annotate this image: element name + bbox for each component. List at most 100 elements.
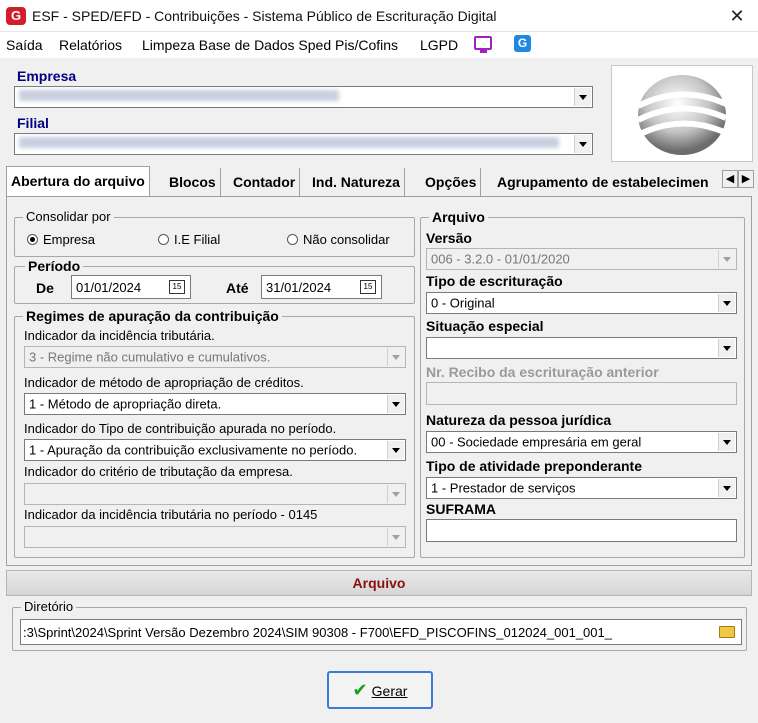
radio-empresa[interactable]: Empresa (27, 232, 95, 247)
chevron-down-icon[interactable] (574, 135, 591, 153)
incidencia-label: Indicador da incidência tributária. (24, 328, 215, 343)
calendar-icon[interactable]: 15 (360, 280, 376, 294)
filial-label: Filial (17, 115, 49, 131)
tab-ind-natureza[interactable]: Ind. Natureza (308, 168, 405, 196)
chevron-down-icon[interactable] (387, 348, 404, 366)
criterio-select[interactable] (24, 483, 406, 505)
versao-select[interactable]: 006 - 3.2.0 - 01/01/2020 (426, 248, 737, 270)
gerar-button[interactable]: ✔ Gerar (327, 671, 433, 709)
tab-opcoes[interactable]: Opções (421, 168, 482, 196)
incidencia-0145-label: Indicador da incidência tributária no pe… (24, 507, 318, 522)
suframa-label: SUFRAMA (426, 501, 496, 517)
tipo-escrituracao-select[interactable]: 0 - Original (426, 292, 737, 314)
monitor-icon[interactable] (474, 36, 492, 53)
tipo-escrituracao-label: Tipo de escrituração (426, 273, 563, 289)
window-title: ESF - SPED/EFD - Contribuições - Sistema… (32, 8, 497, 24)
ate-date-field[interactable]: 31/01/2024 15 (261, 275, 382, 299)
incidencia-value: 3 - Regime não cumulativo e cumulativos. (29, 349, 271, 365)
radio-ie-filial[interactable]: I.E Filial (158, 232, 220, 247)
natureza-value: 00 - Sociedade empresária em geral (431, 434, 642, 450)
tipo-contribuicao-value: 1 - Apuração da contribuição exclusivame… (29, 442, 358, 458)
calendar-icon[interactable]: 15 (169, 280, 185, 294)
radio-checked-icon (27, 234, 38, 245)
tab-blocos[interactable]: Blocos (165, 168, 221, 196)
situacao-label: Situação especial (426, 318, 544, 334)
de-label: De (36, 280, 54, 296)
diretorio-value: :3\Sprint\2024\Sprint Versão Dezembro 20… (23, 625, 612, 640)
app-logo-icon: G (6, 7, 26, 25)
diretorio-legend: Diretório (21, 599, 77, 614)
arquivo-legend: Arquivo (429, 209, 488, 225)
periodo-group: Período De 01/01/2024 15 Até 31/01/2024 … (14, 258, 415, 304)
chevron-down-icon[interactable] (387, 485, 404, 503)
tab-abertura-arquivo[interactable]: Abertura do arquivo (6, 166, 150, 197)
arquivo-group: Arquivo Versão 006 - 3.2.0 - 01/01/2020 … (420, 209, 745, 558)
chevron-down-icon[interactable] (718, 479, 735, 497)
de-date-field[interactable]: 01/01/2024 15 (71, 275, 191, 299)
chevron-down-icon[interactable] (387, 441, 404, 459)
versao-label: Versão (426, 230, 472, 246)
regimes-group: Regimes de apuração da contribuição Indi… (14, 308, 415, 558)
tab-panel-abertura: Consolidar por Empresa I.E Filial Não co… (6, 196, 752, 566)
ate-label: Até (226, 280, 249, 296)
chevron-down-icon[interactable] (718, 294, 735, 312)
tab-agrupamento[interactable]: Agrupamento de estabelecimen (493, 168, 721, 196)
chevron-down-icon[interactable] (718, 433, 735, 451)
g-app-icon[interactable]: G (514, 35, 531, 52)
recibo-label: Nr. Recibo da escrituração anterior (426, 364, 659, 380)
tipo-contribuicao-label: Indicador do Tipo de contribuição apurad… (24, 421, 337, 436)
chevron-down-icon[interactable] (718, 250, 735, 268)
chevron-down-icon[interactable] (574, 88, 591, 106)
tipo-escrituracao-value: 0 - Original (431, 295, 495, 311)
radio-unchecked-icon (158, 234, 169, 245)
gerar-label: Gerar (371, 683, 408, 699)
regimes-legend: Regimes de apuração da contribuição (23, 308, 282, 324)
radio-unchecked-icon (287, 234, 298, 245)
suframa-input[interactable] (426, 519, 737, 542)
folder-open-icon[interactable] (719, 626, 735, 638)
atividade-label: Tipo de atividade preponderante (426, 458, 643, 474)
criterio-label: Indicador do critério de tributação da e… (24, 464, 293, 479)
radio-ie-filial-label: I.E Filial (174, 232, 221, 247)
diretorio-input[interactable]: :3\Sprint\2024\Sprint Versão Dezembro 20… (20, 619, 742, 645)
company-logo-image (611, 65, 753, 162)
periodo-legend: Período (25, 258, 84, 274)
tab-strip: Abertura do arquivo Blocos Contador Ind.… (6, 166, 756, 197)
recibo-input[interactable] (426, 382, 737, 405)
radio-nao-consolidar-label: Não consolidar (303, 232, 390, 247)
consolidar-group: Consolidar por Empresa I.E Filial Não co… (14, 209, 415, 257)
checkmark-icon: ✔ (352, 680, 368, 700)
menu-limpeza-base[interactable]: Limpeza Base de Dados Sped Pis/Cofins (142, 37, 398, 53)
ate-date-value: 31/01/2024 (266, 280, 332, 295)
radio-nao-consolidar[interactable]: Não consolidar (287, 232, 390, 247)
menu-relatorios[interactable]: Relatórios (59, 37, 122, 53)
tipo-contribuicao-select[interactable]: 1 - Apuração da contribuição exclusivame… (24, 439, 406, 461)
chevron-down-icon[interactable] (387, 528, 404, 546)
chevron-down-icon[interactable] (718, 339, 735, 357)
arquivo-section-header: Arquivo (6, 570, 752, 596)
tab-next-button[interactable]: ▶ (738, 170, 754, 188)
radio-empresa-label: Empresa (43, 232, 96, 247)
metodo-value: 1 - Método de apropriação direta. (29, 396, 222, 412)
atividade-select[interactable]: 1 - Prestador de serviços (426, 477, 737, 499)
de-date-value: 01/01/2024 (76, 280, 142, 295)
incidencia-select[interactable]: 3 - Regime não cumulativo e cumulativos. (24, 346, 406, 368)
tab-contador[interactable]: Contador (229, 168, 301, 196)
atividade-value: 1 - Prestador de serviços (431, 480, 576, 496)
metodo-select[interactable]: 1 - Método de apropriação direta. (24, 393, 406, 415)
incidencia-0145-select[interactable] (24, 526, 406, 548)
menu-lgpd[interactable]: LGPD (420, 37, 458, 53)
menu-saida[interactable]: Saída (6, 37, 43, 53)
chevron-down-icon[interactable] (387, 395, 404, 413)
metodo-label: Indicador de método de apropriação de cr… (24, 375, 304, 390)
empresa-label: Empresa (17, 68, 77, 84)
filial-select[interactable] (14, 133, 593, 155)
natureza-select[interactable]: 00 - Sociedade empresária em geral (426, 431, 737, 453)
versao-value: 006 - 3.2.0 - 01/01/2020 (431, 251, 570, 267)
situacao-select[interactable] (426, 337, 737, 359)
close-button[interactable]: ✕ (724, 4, 750, 28)
tab-prev-button[interactable]: ◀ (722, 170, 738, 188)
empresa-select[interactable] (14, 86, 593, 108)
consolidar-legend: Consolidar por (23, 209, 114, 224)
natureza-label: Natureza da pessoa jurídica (426, 412, 612, 428)
